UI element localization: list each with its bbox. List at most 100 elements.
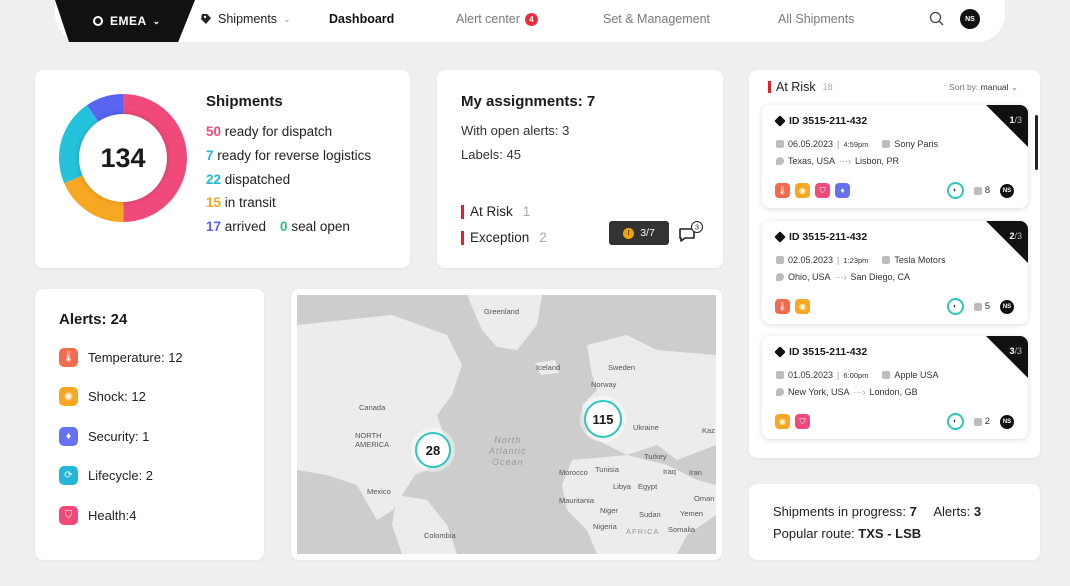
health-icon: ⛉ (815, 183, 830, 198)
documents[interactable]: 2 (973, 416, 990, 427)
shock-icon: ◉ (795, 183, 810, 198)
nav-dashboard[interactable]: Dashboard (329, 12, 394, 26)
assignment-progress[interactable]: ! 3/7 (609, 221, 669, 245)
nav-alert-center[interactable]: Alert center 4 (456, 12, 538, 26)
health-icon: ⛉ (795, 414, 810, 429)
shipment-id-text: ID 3515-211-432 (789, 115, 868, 127)
location-pin-icon (776, 273, 784, 281)
shipment-actions: ◐ 5 NS (946, 298, 1014, 315)
at-risk-total: 18 (822, 82, 833, 92)
alert-item-shock[interactable]: ◉ Shock: 12 (59, 387, 146, 406)
comments-icon[interactable]: 3 (678, 221, 704, 245)
shipment-time: 4:59pm (843, 139, 869, 149)
labels-text: Labels: 45 (461, 147, 521, 162)
search-icon[interactable] (929, 11, 944, 26)
exception-filter[interactable]: Exception 2 (461, 230, 547, 245)
status-count: 50 (206, 124, 222, 139)
route-from: Texas, USA (788, 156, 836, 166)
risk-marker (461, 230, 464, 245)
map-label: Iran (689, 468, 702, 477)
alert-item-health[interactable]: ⛉ Health:4 (59, 506, 136, 525)
assignee-avatar[interactable]: NS (1000, 414, 1014, 429)
map-label: Turkey (644, 452, 667, 461)
shipments-status-line: 7 ready for reverse logistics (206, 148, 371, 163)
calendar-icon (776, 256, 784, 264)
at-risk-shipment-card[interactable]: 3/3 ID 3515-211-432 01.05.2023 | 6:00pm … (762, 336, 1028, 439)
assignee-avatar[interactable]: NS (1000, 183, 1014, 198)
shipment-rank-total: /3 (1014, 346, 1022, 356)
shipment-actions: ◐ 8 NS (946, 182, 1014, 199)
at-risk-shipment-card[interactable]: 2/3 ID 3515-211-432 02.05.2023 | 1:23pm … (762, 221, 1028, 324)
calendar-icon (776, 371, 784, 379)
summary-alerts-value: 3 (973, 504, 982, 519)
at-risk-title: At Risk (776, 80, 816, 94)
sort-dropdown[interactable]: Sort by: manual ⌄ (949, 82, 1018, 93)
route-to: London, GB (869, 387, 918, 397)
sort-value: manual (980, 82, 1009, 92)
shipments-status-line: 17 arrived 0 seal open (206, 219, 350, 234)
route-arrow-icon: ···› (853, 387, 866, 397)
route-from: Ohio, USA (788, 272, 831, 282)
route-to: Lisbon, PR (855, 156, 900, 166)
at-risk-count: 1 (522, 204, 531, 219)
alert-item-security[interactable]: ♦ Security: 1 (59, 427, 149, 446)
map-label: Kaz (702, 426, 715, 435)
assignments-card: My assignments: 7 With open alerts: 3 La… (437, 70, 723, 268)
route-arrow-icon: ···› (834, 272, 847, 282)
documents[interactable]: 8 (973, 185, 990, 196)
region-label: EMEA (110, 14, 147, 28)
location-pin-icon (776, 157, 784, 165)
tracker-icon[interactable]: ◐ (946, 182, 964, 199)
assignments-title: My assignments: 7 (461, 93, 596, 110)
status-label: in transit (221, 195, 276, 210)
map-cluster-marker[interactable]: 115 (584, 400, 622, 438)
alerts-card: Alerts: 24 🌡 Temperature: 12 ◉ Shock: 12… (35, 289, 264, 560)
map-label: Nigeria (593, 522, 617, 531)
map-label: Morocco (559, 468, 588, 477)
lifecycle-icon: ⟳ (59, 466, 78, 485)
alert-item-temperature[interactable]: 🌡 Temperature: 12 (59, 348, 183, 367)
document-count: 8 (984, 185, 990, 196)
status-label: dispatched (221, 172, 291, 187)
nav-all-shipments[interactable]: All Shipments (778, 12, 854, 26)
status-label: ready for reverse logistics (213, 148, 372, 163)
summary-alerts-label: Alerts: (933, 504, 971, 519)
document-count: 5 (984, 301, 990, 312)
assignee-avatar[interactable]: NS (1000, 299, 1014, 314)
chevron-down-icon: ⌄ (152, 15, 161, 26)
shipment-id: ID 3515-211-432 (774, 231, 867, 243)
map-label: NORTH AMERICA (355, 431, 390, 449)
region-selector[interactable]: EMEA ⌄ (55, 0, 195, 42)
tracker-icon[interactable]: ◐ (946, 298, 964, 315)
map-cluster-marker[interactable]: 28 (415, 432, 451, 468)
alert-item-lifecycle[interactable]: ⟳ Lifecycle: 2 (59, 466, 153, 485)
document-icon (973, 417, 982, 426)
documents[interactable]: 5 (973, 301, 990, 312)
thermometer-icon: 🌡 (59, 348, 78, 367)
seal-count: 0 (280, 219, 288, 234)
progress-text: 3/7 (640, 227, 655, 239)
shipments-status-line: 22 dispatched (206, 172, 290, 187)
at-risk-filter[interactable]: At Risk 1 (461, 204, 530, 219)
map-label: Ukraine (633, 423, 659, 432)
alert-label: Lifecycle: 2 (88, 468, 154, 483)
world-map[interactable]: Greenland Iceland Sweden Norway Canada N… (297, 295, 716, 554)
chevron-down-icon: ⌄ (283, 13, 291, 24)
alerts-title: Alerts: 24 (59, 311, 128, 328)
scrollbar[interactable] (1035, 115, 1038, 170)
at-risk-shipment-card[interactable]: 1/3 ID 3515-211-432 06.05.2023 | 4:59pm … (762, 105, 1028, 208)
map-label: Iceland (536, 363, 561, 372)
shock-icon: ◉ (795, 299, 810, 314)
alert-label: Health:4 (88, 508, 137, 523)
nav-shipments[interactable]: Shipments ⌄ (200, 12, 291, 26)
exception-count: 2 (539, 230, 547, 245)
shipments-title: Shipments (206, 93, 283, 110)
map-label: Sweden (608, 363, 636, 372)
popular-route-summary: Popular route: TXS - LSB (773, 526, 921, 541)
risk-marker (461, 204, 464, 219)
shipment-alert-icons: 🌡 ◉ ⛉ ♦ (775, 183, 850, 198)
shipment-date-company: 01.05.2023 | 6:00pm Apple USA (776, 370, 938, 380)
nav-set-management[interactable]: Set & Management (603, 12, 710, 26)
user-avatar[interactable]: NS (960, 9, 980, 29)
tracker-icon[interactable]: ◐ (946, 413, 964, 430)
